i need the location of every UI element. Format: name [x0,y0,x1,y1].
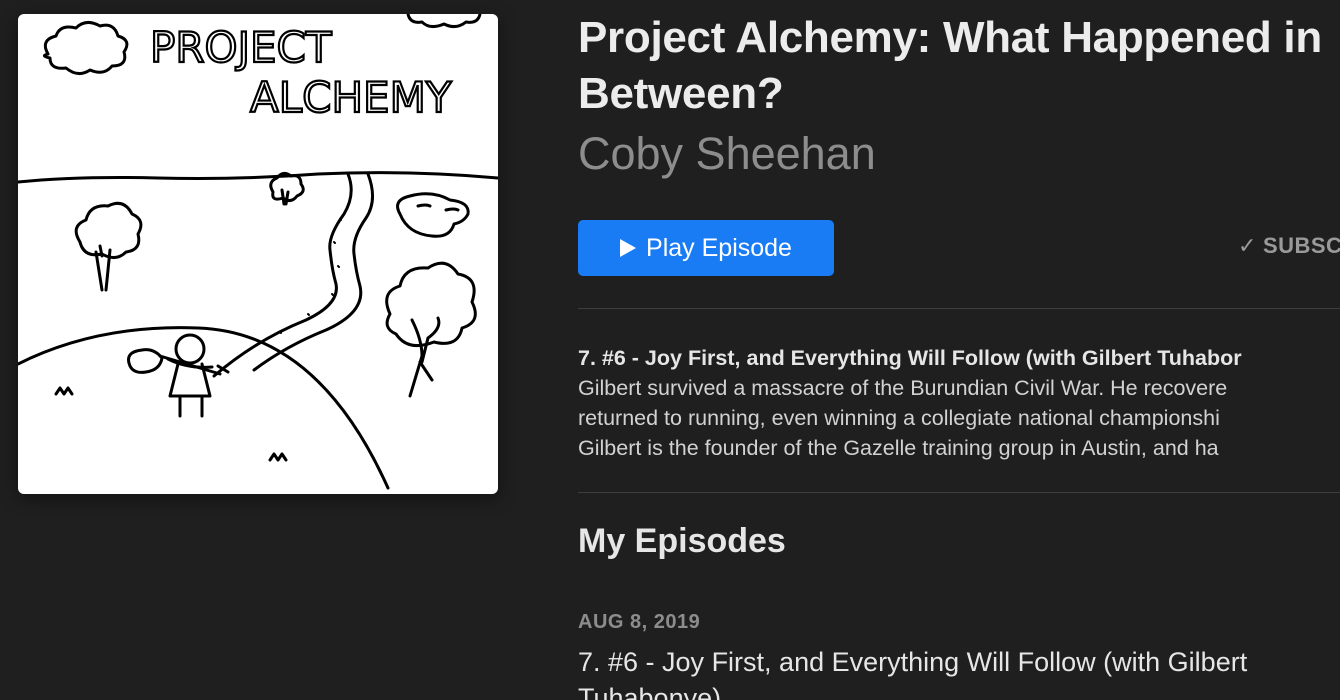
podcast-artwork[interactable]: PROJECT ALCHEMY [18,14,498,494]
subscribe-label: SUBSC [1262,233,1340,258]
podcast-info: Project Alchemy: What Happened in Betwee… [578,0,1340,700]
artwork-text-project: PROJECT [150,23,332,72]
podcast-title: Project Alchemy: What Happened in Betwee… [578,13,1322,118]
podcast-author-link[interactable]: Coby Sheehan [578,126,876,182]
my-episodes-heading: My Episodes [578,522,786,560]
latest-episode-title: 7. #6 - Joy First, and Everything Will F… [578,346,1242,370]
description-line: returned to running, even winning a coll… [578,406,1220,430]
description-line: Gilbert is the founder of the Gazelle tr… [578,436,1219,460]
latest-episode-description[interactable]: 7. #6 - Joy First, and Everything Will F… [578,343,1340,463]
artwork-illustration: PROJECT ALCHEMY [18,14,498,490]
podcast-page: PROJECT ALCHEMY Project Alchemy: What Ha… [0,0,1340,700]
subscribe-button[interactable]: ✓ SUBSC [1238,233,1340,259]
episode-title-link[interactable]: 7. #6 - Joy First, and Everything Will F… [578,644,1278,700]
episode-date: AUG 8, 2019 [578,611,701,633]
play-icon [620,239,637,257]
divider [578,308,1340,309]
divider [578,492,1340,493]
artwork-text-alchemy: ALCHEMY [250,73,452,122]
play-episode-button[interactable]: Play Episode [578,220,834,276]
description-line: Gilbert survived a massacre of the Burun… [578,376,1228,400]
checkmark-icon: ✓ [1238,233,1257,258]
play-episode-label: Play Episode [646,233,792,262]
